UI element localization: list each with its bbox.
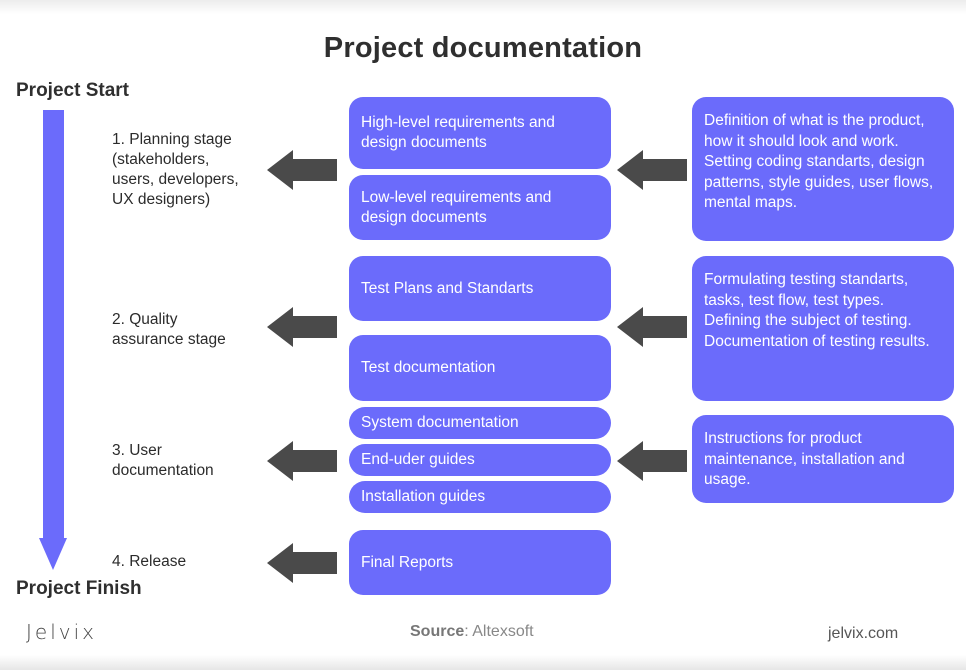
top-edge [0, 0, 966, 14]
arrow-left-icon [267, 150, 337, 190]
doc-box-installation-guides: Installation guides [349, 481, 611, 513]
diagram-title: Project documentation [323, 32, 643, 64]
website-url: jelvix.com [828, 625, 899, 642]
stage-label-qa: 2. Quality assurance stage [112, 311, 226, 348]
doc-box-high-level: High-level requirements and design docum… [349, 97, 611, 169]
doc-box-test-documentation: Test documentation [349, 335, 611, 401]
project-finish-label: Project Finish [16, 578, 142, 599]
doc-label: System documentation [361, 414, 519, 431]
doc-label: Test documentation [361, 359, 496, 376]
source-value: : Altexsoft [464, 623, 534, 640]
doc-box-system-documentation: System documentation [349, 407, 611, 439]
arrow-left-icon [267, 543, 337, 583]
doc-box-low-level: Low-level requirements and design docume… [349, 175, 611, 240]
stage-label-planning: 1. Planning stage (stakeholders, users, … [112, 131, 239, 208]
source-credit: Source: Altexsoft [410, 623, 534, 641]
jelvix-logo: Jelvix [26, 620, 97, 644]
doc-box-final-reports: Final Reports [349, 530, 611, 595]
timeline-bar [43, 110, 64, 540]
timeline-arrow-head-icon [39, 538, 67, 570]
stage-label-release: 4. Release [112, 553, 187, 570]
doc-label: High-level requirements and design docum… [361, 114, 555, 151]
doc-label: Low-level requirements and design docume… [361, 188, 552, 226]
description-planning: Definition of what is the product, how i… [692, 97, 954, 241]
project-start-label: Project Start [16, 80, 129, 101]
doc-label: Installation guides [361, 488, 486, 505]
doc-label: Test Plans and Standarts [361, 279, 534, 297]
arrow-left-icon [617, 441, 687, 481]
description-qa: Formulating testing standarts, tasks, te… [692, 256, 954, 401]
doc-box-test-plans: Test Plans and Standarts [349, 256, 611, 321]
doc-box-end-user-guides: End-uder guides [349, 444, 611, 476]
doc-label: Final Reports [361, 553, 454, 571]
doc-label: End-uder guides [361, 451, 475, 468]
arrow-left-icon [617, 307, 687, 347]
arrow-left-icon [267, 441, 337, 481]
description-user-docs: Instructions for product maintenance, in… [692, 415, 954, 503]
stage-label-user-docs: 3. User documentation [112, 442, 214, 479]
arrow-left-icon [617, 150, 687, 190]
bottom-edge [0, 655, 966, 670]
source-label: Source [410, 623, 465, 640]
arrow-left-icon [267, 307, 337, 347]
